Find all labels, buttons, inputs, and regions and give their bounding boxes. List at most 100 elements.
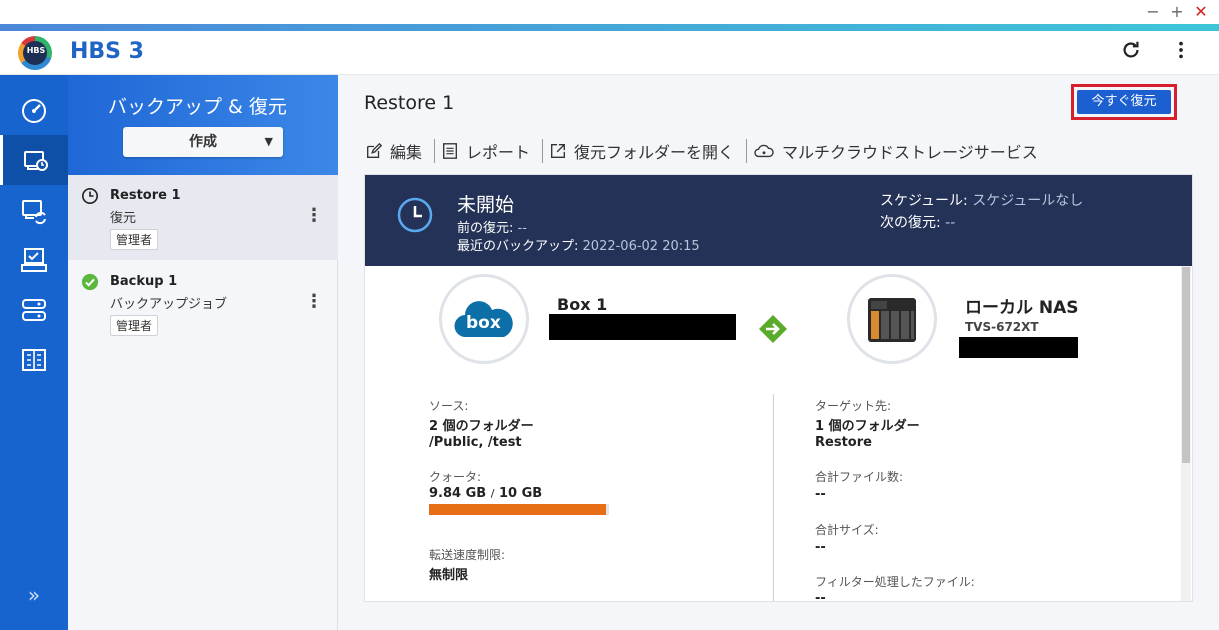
schedule-label: スケジュール: — [880, 193, 968, 209]
nav-sync[interactable] — [0, 185, 68, 235]
job-item-backup-1[interactable]: Backup 1 バックアップジョブ 管理者 ⋮ — [68, 261, 338, 346]
job-list-panel: バックアップ & 復元 作成 ▼ Restore 1 復元 管理者 ⋮ Back… — [68, 75, 338, 630]
prev-restore-value: -- — [517, 221, 527, 236]
box-cloud-icon: box — [454, 299, 514, 339]
job-name: Restore 1 — [110, 188, 181, 203]
total-files-value: -- — [815, 487, 826, 502]
clock-icon — [397, 197, 433, 233]
logs-icon — [22, 349, 46, 371]
job-type: 復元 — [110, 211, 137, 226]
role-badge: 管理者 — [110, 229, 159, 250]
source-name: Box 1 — [557, 295, 608, 314]
nas-device-icon — [868, 298, 916, 342]
next-restore-value: -- — [945, 215, 956, 231]
source-folders: 2 個のフォルダー — [429, 419, 534, 434]
target-folders: 1 個のフォルダー — [815, 419, 920, 434]
role-badge: 管理者 — [110, 315, 159, 336]
create-button[interactable]: 作成 ▼ — [123, 127, 283, 157]
nav-services[interactable] — [0, 235, 68, 285]
nav-backup-restore[interactable] — [0, 135, 68, 185]
more-options-icon[interactable] — [1170, 39, 1192, 67]
quota-total: 10 GB — [498, 486, 543, 501]
dashboard-icon — [22, 99, 46, 123]
redacted-block — [959, 337, 1078, 358]
maximize-button[interactable]: + — [1169, 2, 1185, 21]
last-backup-value: 2022-06-02 20:15 — [582, 239, 700, 254]
sync-icon — [22, 200, 46, 225]
quota-bar-fill — [429, 504, 607, 515]
target-logo — [847, 274, 937, 364]
quota-separator: / — [490, 487, 495, 500]
next-restore: 次の復元: -- — [880, 212, 955, 232]
accent-bar — [0, 24, 1219, 31]
last-backup: 最近のバックアップ: 2022-06-02 20:15 — [457, 235, 700, 254]
expand-rail-icon[interactable]: » — [0, 583, 68, 607]
target-folder-name: Restore — [815, 435, 872, 450]
multicloud-button[interactable]: マルチクラウドストレージサービス — [753, 139, 1050, 163]
window-controls: − + ✕ — [1145, 2, 1209, 21]
job-toolbar: 編集 レポート 復元フォルダーを開く マルチクラウドストレージサービス — [365, 139, 1056, 163]
job-detail-card: 未開始 前の復元: -- 最近のバックアップ: 2022-06-02 20:15… — [364, 174, 1193, 602]
page-title: Restore 1 — [364, 92, 455, 114]
app-title: HBS 3 — [70, 39, 144, 64]
prev-restore-label: 前の復元: — [457, 221, 514, 236]
source-label: ソース: — [429, 399, 469, 413]
nav-rail: » — [0, 75, 68, 630]
restore-icon — [23, 151, 48, 171]
panel-title: バックアップ & 復元 — [108, 96, 287, 118]
job-name: Backup 1 — [110, 274, 178, 289]
prev-restore: 前の復元: -- — [457, 217, 527, 236]
schedule: スケジュール: スケジュールなし — [880, 190, 1083, 210]
edit-icon — [367, 142, 383, 158]
edit-label: 編集 — [390, 143, 423, 162]
restore-now-highlight: 今すぐ復元 — [1071, 84, 1177, 120]
box-logo-text: box — [466, 313, 501, 333]
nav-dashboard[interactable] — [0, 85, 68, 135]
minimize-button[interactable]: − — [1145, 2, 1161, 21]
edit-button[interactable]: 編集 — [365, 139, 436, 163]
window-titlebar: − + ✕ — [0, 0, 1219, 24]
multicloud-label: マルチクラウドストレージサービス — [782, 143, 1038, 162]
restore-now-button[interactable]: 今すぐ復元 — [1077, 90, 1171, 114]
check-circle-icon — [81, 273, 99, 291]
job-menu-icon[interactable]: ⋮ — [305, 291, 323, 312]
refresh-icon[interactable] — [1120, 39, 1142, 67]
schedule-value: スケジュールなし — [972, 193, 1084, 209]
quota-used: 9.84 GB — [429, 486, 487, 501]
create-label: 作成 — [189, 134, 217, 150]
open-folder-button[interactable]: 復元フォルダーを開く — [549, 139, 748, 163]
filtered-files-value: -- — [815, 591, 826, 602]
report-icon — [443, 143, 457, 159]
quota-label: クォータ: — [429, 470, 482, 484]
nav-logs[interactable] — [0, 335, 68, 385]
close-button[interactable]: ✕ — [1193, 2, 1209, 21]
target-label: ターゲット先: — [815, 399, 892, 413]
next-restore-label: 次の復元: — [880, 215, 941, 231]
chevron-down-icon: ▼ — [264, 135, 273, 148]
speed-limit-label: 転送速度制限: — [429, 548, 506, 562]
open-folder-label: 復元フォルダーを開く — [574, 143, 735, 162]
external-link-icon — [551, 144, 566, 158]
column-divider — [773, 394, 774, 601]
hbs-window: − + ✕ HBS HBS 3 » バックアップ & 復元 作成 ▼ Resto… — [0, 0, 1219, 630]
speed-limit-value: 無制限 — [429, 568, 469, 583]
app-header: HBS HBS 3 — [0, 31, 1219, 75]
services-icon — [21, 248, 47, 272]
filtered-files-label: フィルター処理したファイル: — [815, 575, 975, 589]
report-button[interactable]: レポート — [441, 139, 544, 163]
total-size-label: 合計サイズ: — [815, 523, 879, 537]
job-menu-icon[interactable]: ⋮ — [305, 205, 323, 226]
job-list-header: バックアップ & 復元 作成 ▼ — [68, 75, 338, 175]
transfer-arrow-icon — [759, 315, 787, 343]
status-title: 未開始 — [457, 194, 515, 216]
source-paths: /Public, /test — [429, 435, 522, 450]
job-item-restore-1[interactable]: Restore 1 復元 管理者 ⋮ — [68, 175, 338, 260]
redacted-block — [549, 314, 736, 340]
nav-storage[interactable] — [0, 285, 68, 335]
target-name: ローカル NAS — [965, 298, 1079, 318]
target-model: TVS-672XT — [965, 320, 1039, 334]
logo-text: HBS — [26, 46, 46, 55]
quota-value: 9.84 GB / 10 GB — [429, 486, 542, 501]
total-files-label: 合計ファイル数: — [815, 470, 904, 484]
scrollbar-thumb[interactable] — [1182, 267, 1190, 463]
